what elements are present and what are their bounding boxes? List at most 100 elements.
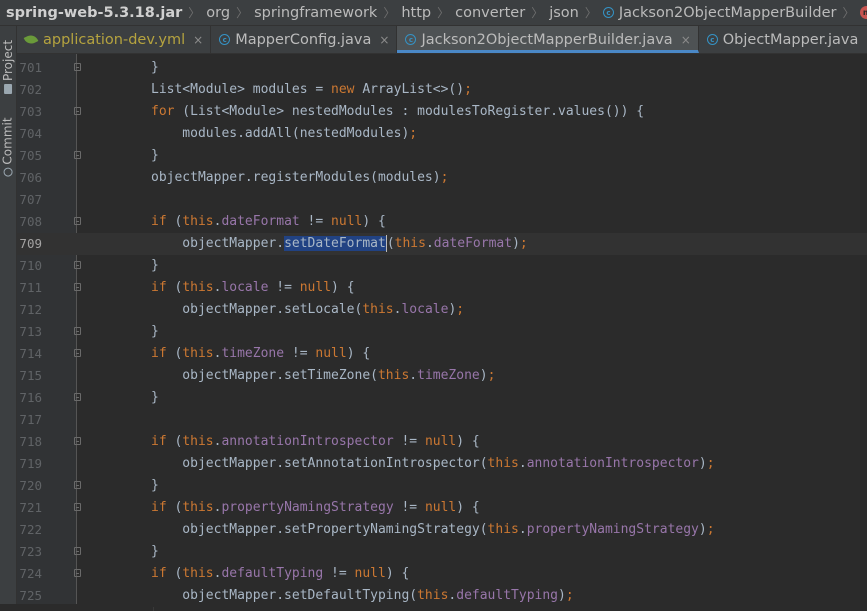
code-token: objectMapper.setTimeZone(: [151, 368, 378, 383]
code-line: 708 if (this.dateFormat != null) {: [17, 211, 867, 233]
fold-marker-icon[interactable]: [74, 327, 81, 335]
code-token: this: [182, 346, 214, 361]
code-token: }: [151, 60, 159, 75]
breadcrumb-label: spring-web-5.3.18.jar: [6, 4, 183, 21]
breadcrumb-separator-icon: 〉: [236, 6, 249, 20]
fold-marker-icon[interactable]: [74, 547, 81, 555]
code-text: }: [151, 145, 159, 167]
code-text: objectMapper.setAnnotationIntrospector(t…: [151, 453, 714, 475]
code-line: 715 objectMapper.setTimeZone(this.timeZo…: [17, 365, 867, 387]
code-text: }: [151, 255, 159, 277]
code-line: 701}: [17, 57, 867, 79]
code-token: .: [518, 522, 527, 537]
fold-marker-icon[interactable]: [74, 569, 81, 577]
fold-marker-icon[interactable]: [74, 217, 81, 225]
fold-marker-icon[interactable]: [74, 261, 81, 269]
code-line: 712 objectMapper.setLocale(this.locale);: [17, 299, 867, 321]
breadcrumb-item[interactable]: http: [401, 5, 431, 21]
commit-icon: [3, 167, 13, 177]
code-token: this: [182, 434, 214, 449]
code-token: ): [479, 368, 488, 383]
code-token: !=: [323, 566, 355, 581]
code-token: propertyNamingStrategy: [526, 522, 699, 537]
fold-marker-icon[interactable]: [74, 151, 81, 159]
code-line: 705}: [17, 145, 867, 167]
code-text: if (this.propertyNamingStrategy != null)…: [151, 497, 480, 519]
code-editor[interactable]: 701} 702 List<Module> modules = new ArrayL…: [17, 54, 867, 611]
editor-tab[interactable]: application-dev.yml ×: [17, 26, 212, 53]
project-tool-button[interactable]: Project: [0, 32, 16, 102]
line-number: 711: [19, 280, 42, 295]
code-token: null: [299, 280, 332, 295]
code-token: this: [182, 214, 214, 229]
fold-marker-icon[interactable]: [74, 107, 81, 115]
fold-marker-icon[interactable]: [74, 393, 81, 401]
fold-marker-icon[interactable]: [74, 283, 81, 291]
code-token: (: [166, 500, 183, 515]
line-number: 705: [19, 148, 42, 163]
code-text: }: [151, 475, 159, 497]
breadcrumb-item[interactable]: spring-web-5.3.18.jar: [0, 5, 182, 21]
code-text: objectMapper.registerModules(modules);: [151, 167, 448, 189]
tab-label: MapperConfig.java: [235, 31, 372, 48]
code-token: .: [518, 456, 527, 471]
code-token: this: [487, 522, 519, 537]
breadcrumb-label: json: [549, 4, 579, 21]
code-token: ArrayList<>(): [354, 82, 465, 97]
code-token: this: [417, 588, 449, 603]
breadcrumb-item[interactable]: mconfigure: [860, 5, 867, 21]
fold-marker-icon[interactable]: [74, 349, 81, 357]
breadcrumb-item[interactable]: c Jackson2ObjectMapperBuilder: [602, 5, 836, 21]
code-token: ;: [519, 236, 528, 251]
fold-marker-icon[interactable]: [74, 503, 81, 511]
editor-tab[interactable]: c MapperConfig.java ×: [211, 26, 398, 53]
class-icon: c: [405, 34, 417, 45]
code-text: }: [151, 57, 159, 79]
fold-marker-icon[interactable]: [74, 437, 81, 445]
breadcrumb-item[interactable]: converter: [455, 5, 525, 21]
code-text: objectMapper.setPropertyNamingStrategy(t…: [151, 519, 714, 541]
spring-leaf-icon: [23, 32, 39, 47]
code-token: ;: [487, 368, 496, 383]
code-text: modules.addAll(nestedModules);: [151, 123, 417, 145]
code-token: ) {: [456, 434, 480, 449]
commit-tool-button[interactable]: Commit: [0, 112, 16, 182]
code-line: 713}: [17, 321, 867, 343]
breadcrumb: spring-web-5.3.18.jar 〉 org 〉 springframewor…: [0, 0, 867, 26]
code-token: (: [166, 346, 183, 361]
breadcrumb-item[interactable]: springframework: [254, 5, 377, 21]
breadcrumb-label: org: [206, 4, 231, 21]
code-token: this: [362, 302, 394, 317]
close-icon[interactable]: ×: [681, 33, 691, 47]
code-token: ) {: [385, 566, 410, 581]
fold-marker-icon[interactable]: [74, 63, 81, 71]
code-token: ): [512, 236, 520, 251]
line-number: 702: [19, 82, 42, 97]
code-line: 703 for (List<Module> nestedModules : mod…: [17, 101, 867, 123]
editor-tab[interactable]: c Jackson2ObjectMapperBuilder.java ×: [397, 26, 699, 53]
breadcrumb-item[interactable]: json: [549, 5, 579, 21]
code-token: !=: [299, 214, 332, 229]
code-token: !=: [268, 280, 300, 295]
code-token: this: [377, 368, 410, 383]
code-token: null: [354, 566, 386, 581]
code-token: null: [424, 434, 457, 449]
breadcrumb-label: springframework: [254, 4, 378, 21]
code-token: ;: [440, 170, 449, 185]
code-token: !=: [393, 500, 425, 515]
code-text: objectMapper.setLocale(this.locale);: [151, 299, 464, 321]
fold-marker-icon[interactable]: [74, 481, 81, 489]
line-number: 708: [19, 214, 42, 229]
line-number: 720: [19, 478, 42, 493]
tab-label: Jackson2ObjectMapperBuilder.java: [421, 31, 673, 48]
code-token: objectMapper.setLocale(: [151, 302, 363, 317]
code-line: 709 objectMapper.setDateFormat(this.date…: [17, 233, 867, 255]
line-number: 714: [19, 346, 42, 361]
close-icon[interactable]: ×: [193, 33, 203, 47]
close-icon[interactable]: ×: [379, 33, 389, 47]
code-text: objectMapper.setTimeZone(this.timeZone);: [151, 365, 495, 387]
editor-tab[interactable]: cObjectMapper.java×: [699, 26, 867, 53]
breadcrumb-separator-icon: 〉: [842, 6, 855, 20]
breadcrumb-item[interactable]: org: [206, 5, 230, 21]
code-text: }: [151, 321, 159, 343]
